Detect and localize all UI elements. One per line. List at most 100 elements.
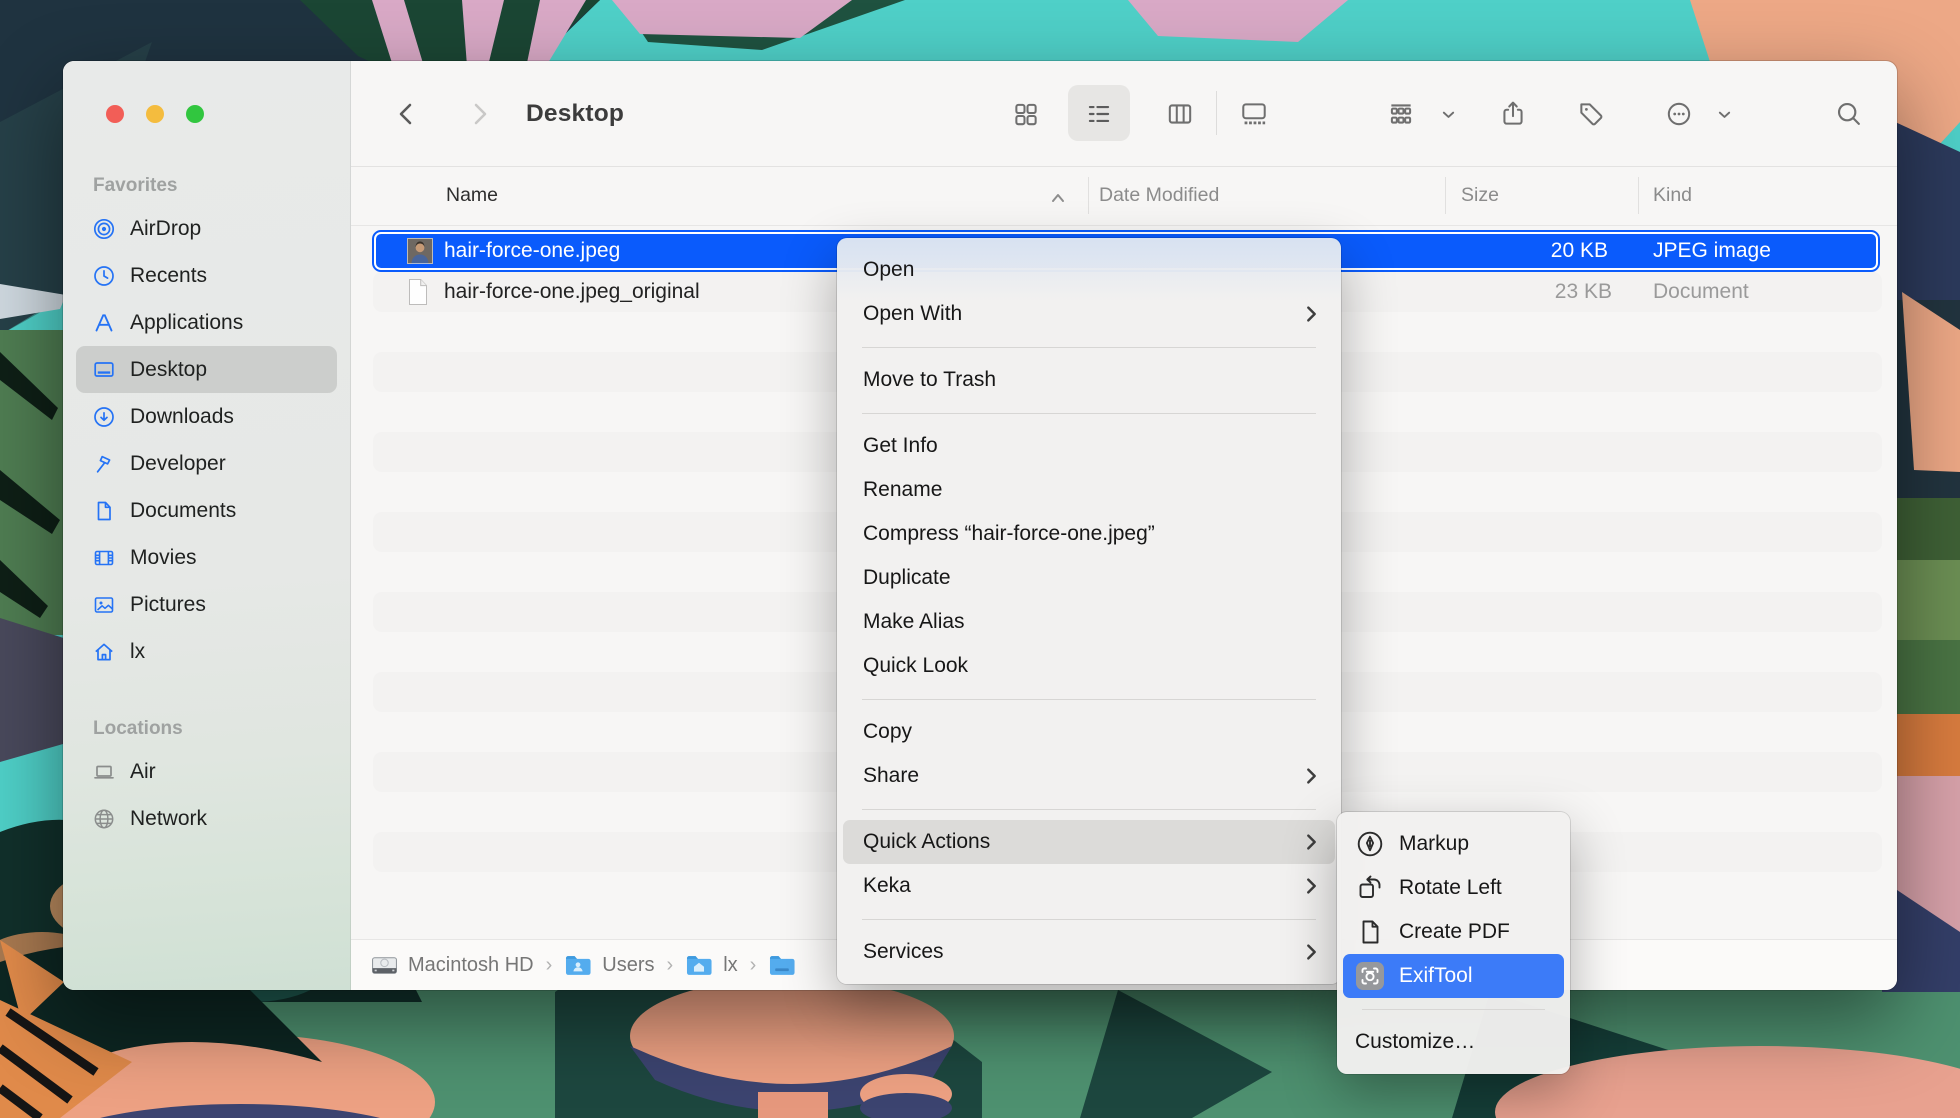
menu-item-duplicate[interactable]: Duplicate: [837, 556, 1341, 600]
path-item-label: lx: [723, 954, 737, 977]
menu-item-quick-actions[interactable]: Quick Actions: [843, 820, 1335, 864]
sidebar-item-label: lx: [130, 640, 145, 664]
chevron-right-icon: [1306, 306, 1317, 323]
file-name: hair-force-one.jpeg: [444, 234, 620, 268]
menu-item-move-to-trash[interactable]: Move to Trash: [837, 358, 1341, 402]
column-header-date-modified[interactable]: Date Modified: [1099, 166, 1219, 225]
chevron-right-icon: [1306, 944, 1317, 961]
clock-icon: [92, 264, 116, 288]
context-menu: Open Open With Move to Trash Get Info Re…: [837, 238, 1341, 984]
path-item-lx[interactable]: lx: [685, 954, 737, 977]
sidebar-item-recents[interactable]: Recents: [76, 252, 337, 299]
sidebar-item-home-lx[interactable]: lx: [76, 628, 337, 675]
chevron-right-icon: [1306, 768, 1317, 785]
column-header-kind[interactable]: Kind: [1653, 166, 1692, 225]
sidebar-section-favorites: Favorites: [76, 171, 337, 201]
close-button[interactable]: [106, 105, 124, 123]
menu-item-rename[interactable]: Rename: [837, 468, 1341, 512]
submenu-item-rotate-left[interactable]: Rotate Left: [1343, 866, 1564, 910]
sidebar-item-movies[interactable]: Movies: [76, 534, 337, 581]
tag-icon[interactable]: [1576, 99, 1606, 129]
menu-item-make-alias[interactable]: Make Alias: [837, 600, 1341, 644]
chevron-down-icon[interactable]: [1433, 99, 1463, 129]
chevron-right-icon: [1306, 834, 1317, 851]
back-button[interactable]: [391, 99, 421, 129]
column-divider[interactable]: [1088, 177, 1089, 214]
toolbar: Desktop: [351, 61, 1897, 167]
path-item-desktop-folder[interactable]: [768, 954, 806, 977]
sidebar-item-label: Movies: [130, 546, 197, 570]
airdrop-icon: [92, 217, 116, 241]
search-icon[interactable]: [1834, 99, 1864, 129]
menu-item-open-with[interactable]: Open With: [837, 292, 1341, 336]
sidebar-item-pictures[interactable]: Pictures: [76, 581, 337, 628]
hard-drive-icon: [371, 952, 398, 979]
sidebar-item-label: Documents: [130, 499, 236, 523]
menu-item-compress[interactable]: Compress “hair-force-one.jpeg”: [837, 512, 1341, 556]
sidebar-item-documents[interactable]: Documents: [76, 487, 337, 534]
sort-ascending-icon: [1049, 168, 1067, 227]
sidebar-item-label: Pictures: [130, 593, 206, 617]
menu-item-open[interactable]: Open: [837, 248, 1341, 292]
folder-icon: [768, 954, 796, 977]
sidebar-list: Favorites AirDrop Recents Applications: [76, 171, 337, 842]
folder-users-icon: [564, 954, 592, 977]
share-icon[interactable]: [1498, 99, 1528, 129]
sidebar-item-network[interactable]: Network: [76, 795, 337, 842]
folder-home-icon: [685, 954, 713, 977]
view-columns-icon[interactable]: [1165, 99, 1195, 129]
more-options-icon[interactable]: [1664, 99, 1694, 129]
path-separator: ›: [750, 954, 757, 977]
sidebar-item-developer[interactable]: Developer: [76, 440, 337, 487]
path-separator: ›: [667, 954, 674, 977]
path-item-label: Users: [602, 954, 654, 977]
submenu-item-create-pdf[interactable]: Create PDF: [1343, 910, 1564, 954]
chevron-down-icon[interactable]: [1709, 99, 1739, 129]
column-header-size[interactable]: Size: [1461, 166, 1499, 225]
submenu-item-customize[interactable]: Customize…: [1343, 1020, 1564, 1064]
column-header-row: Name Date Modified Size Kind: [351, 166, 1897, 226]
column-divider[interactable]: [1638, 177, 1639, 214]
film-icon: [92, 546, 116, 570]
exiftool-icon: [1355, 961, 1385, 991]
jpeg-thumbnail-icon: [407, 238, 433, 264]
forward-button[interactable]: [465, 99, 495, 129]
toolbar-divider: [1216, 91, 1217, 135]
column-header-name[interactable]: Name: [446, 166, 498, 225]
menu-item-keka[interactable]: Keka: [837, 864, 1341, 908]
menu-item-services[interactable]: Services: [837, 930, 1341, 974]
sidebar-item-airdrop[interactable]: AirDrop: [76, 205, 337, 252]
sidebar-item-applications[interactable]: Applications: [76, 299, 337, 346]
hammer-icon: [92, 452, 116, 476]
view-grid-icon[interactable]: [1011, 99, 1041, 129]
menu-separator: [837, 336, 1341, 358]
sidebar-item-downloads[interactable]: Downloads: [76, 393, 337, 440]
sidebar-item-air[interactable]: Air: [76, 748, 337, 795]
submenu-item-exiftool[interactable]: ExifTool: [1343, 954, 1564, 998]
laptop-icon: [92, 760, 116, 784]
submenu-separator: [1337, 998, 1570, 1020]
menu-item-copy[interactable]: Copy: [837, 710, 1341, 754]
path-separator: ›: [546, 954, 553, 977]
path-item-users[interactable]: Users: [564, 954, 654, 977]
photo-icon: [92, 593, 116, 617]
menu-item-get-info[interactable]: Get Info: [837, 424, 1341, 468]
document-icon: [92, 499, 116, 523]
zoom-button[interactable]: [186, 105, 204, 123]
sidebar: Favorites AirDrop Recents Applications: [63, 61, 351, 990]
view-list-icon[interactable]: [1084, 99, 1114, 129]
submenu-item-markup[interactable]: Markup: [1343, 822, 1564, 866]
sidebar-item-desktop[interactable]: Desktop: [76, 346, 337, 393]
globe-icon: [92, 807, 116, 831]
download-circle-icon: [92, 405, 116, 429]
sidebar-item-label: Applications: [130, 311, 243, 335]
view-gallery-icon[interactable]: [1239, 99, 1269, 129]
minimize-button[interactable]: [146, 105, 164, 123]
menu-item-share[interactable]: Share: [837, 754, 1341, 798]
column-divider[interactable]: [1445, 177, 1446, 214]
group-by-icon[interactable]: [1386, 99, 1416, 129]
path-item-macintosh-hd[interactable]: Macintosh HD: [371, 952, 534, 979]
sidebar-item-label: Recents: [130, 264, 207, 288]
menu-item-quick-look[interactable]: Quick Look: [837, 644, 1341, 688]
sidebar-item-label: Desktop: [130, 358, 207, 382]
